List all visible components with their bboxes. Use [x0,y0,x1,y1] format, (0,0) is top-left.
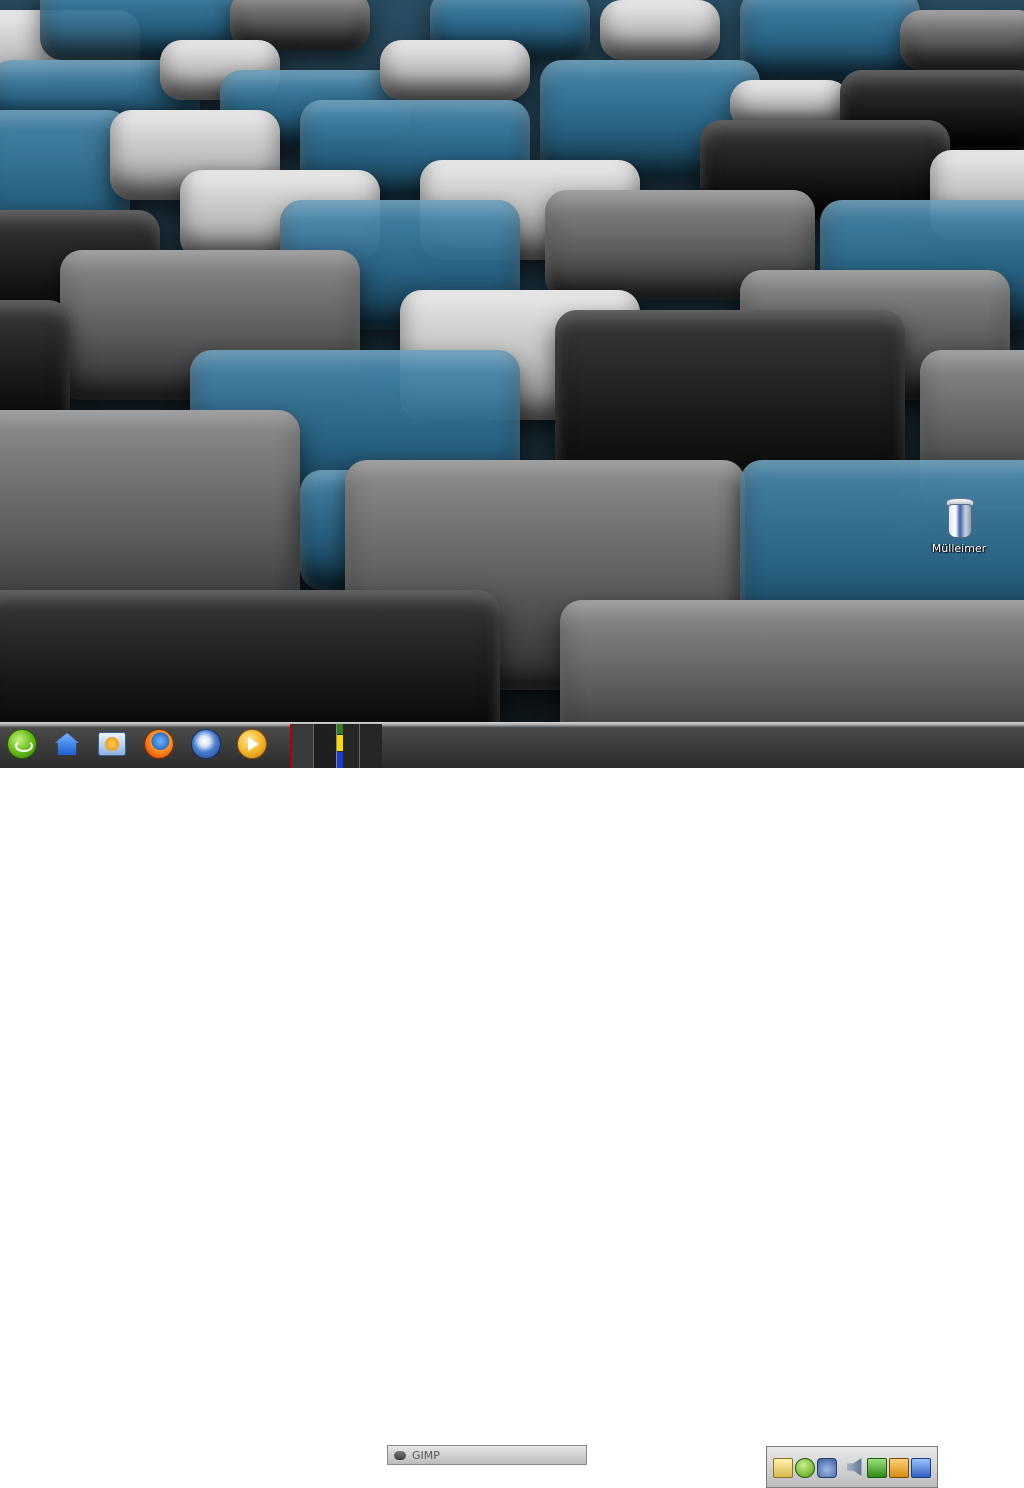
task-button-label: GIMP [412,1448,440,1462]
desktop-icon-label: Mülleimer [931,542,987,555]
start-menu-button[interactable] [5,727,39,761]
browser-launcher[interactable] [95,727,129,761]
pager-desktop-4[interactable] [359,724,382,768]
pager-desktop-2[interactable] [313,724,336,768]
clock[interactable]: 23:38:51 14.09.2004 [944,1448,1022,1488]
browser-icon [98,732,126,756]
pager-window-thumb [337,724,343,734]
home-launcher[interactable] [50,727,84,761]
taskbar: GIMP 23:38:51 14.09.2004 [0,722,1024,1488]
wallpaper-cube [560,600,1024,722]
firefox-icon [144,729,174,759]
desktop-icon-trash[interactable]: Mülleimer [924,498,994,570]
wallpaper-cube [600,0,720,60]
home-icon [55,733,79,755]
wallpaper-cube [740,0,920,80]
pager-desktop-1[interactable] [290,724,314,768]
klipper-icon[interactable] [773,1458,793,1478]
media-player-launcher[interactable] [235,727,269,761]
suse-updater-icon[interactable] [795,1458,815,1478]
pager-window-thumb [337,735,343,751]
volume-icon[interactable] [847,1458,862,1476]
firefox-launcher[interactable] [142,727,176,761]
system-tray [766,1446,938,1488]
wallpaper-cube [0,590,500,722]
clock-time: 23:38:51 [948,1451,1018,1467]
pager-desktop-3[interactable] [336,724,359,768]
media-player-icon [237,729,267,759]
thunderbird-launcher[interactable] [189,727,223,761]
gimp-icon [394,1450,406,1460]
thunderbird-icon [191,729,221,759]
suse-start-icon [7,729,37,759]
wallpaper-cube [380,40,530,100]
display-icon[interactable] [911,1458,931,1478]
chat-icon[interactable] [867,1458,887,1478]
pager-window-thumb [337,752,343,768]
network-icon[interactable] [817,1458,837,1478]
clock-date: 14.09.2004 [948,1470,1018,1483]
wallpaper-cube [900,10,1024,70]
task-button-gimp[interactable]: GIMP [387,1445,587,1465]
desktop-background: Mülleimer [0,0,1024,722]
folder-icon[interactable] [889,1458,909,1478]
trash-icon [942,498,976,538]
desktop-pager [290,724,382,768]
